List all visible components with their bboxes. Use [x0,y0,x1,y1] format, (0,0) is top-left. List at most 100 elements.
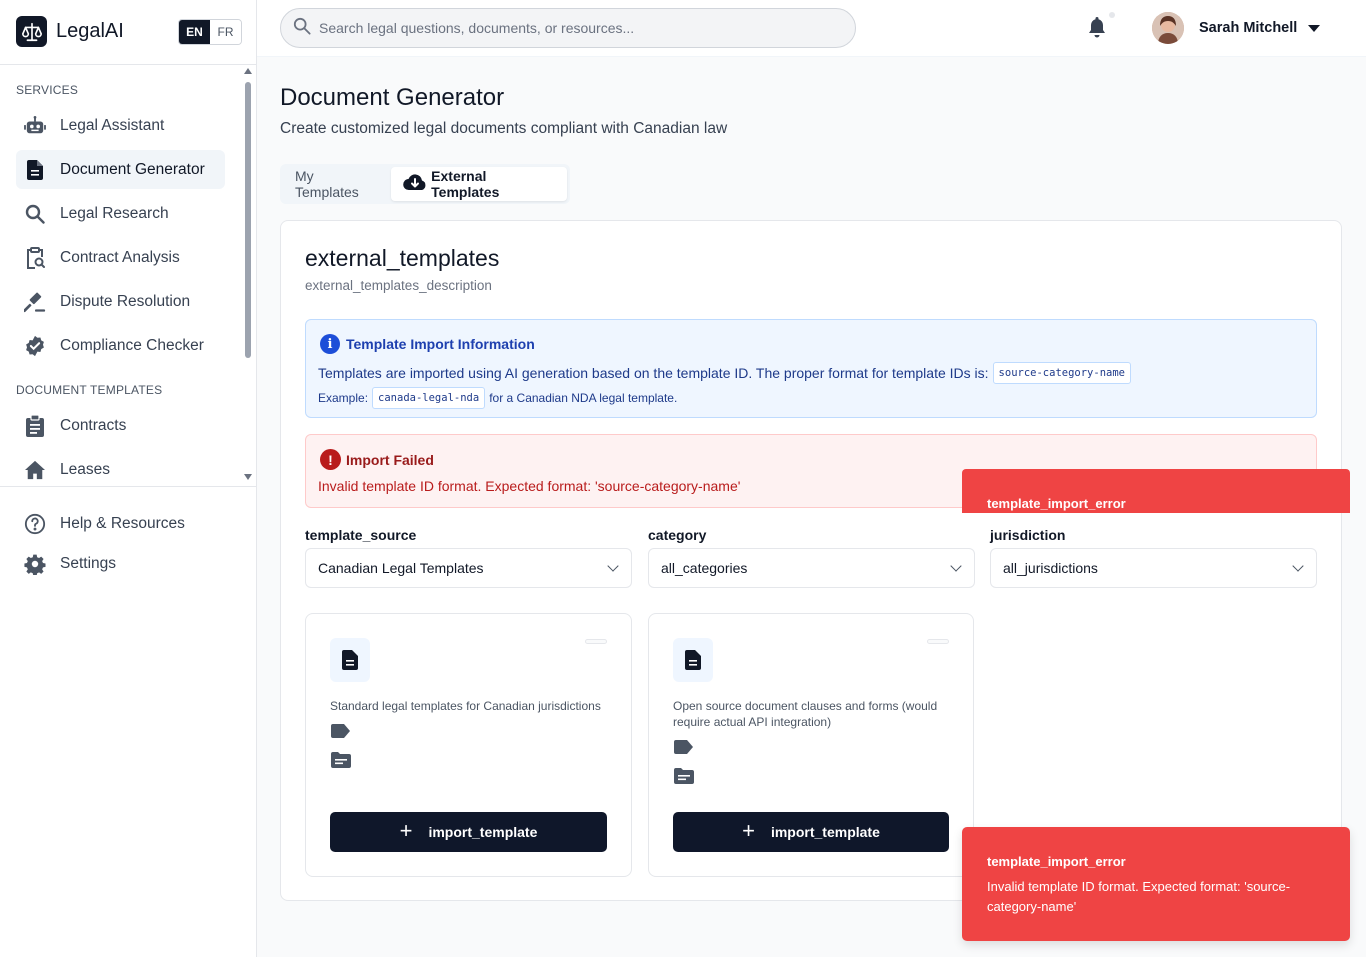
select-value: all_jurisdictions [1003,560,1098,576]
template-source-select[interactable]: Canadian Legal Templates [305,548,632,588]
scales-logo-icon [16,16,47,47]
import-info-alert: i Template Import Information Templates … [305,319,1317,418]
sidebar-item-settings[interactable]: Settings [16,544,225,583]
sidebar-item-dispute-resolution[interactable]: Dispute Resolution [16,282,225,321]
document-icon [330,638,370,682]
document-icon [24,159,46,181]
sidebar-item-contract-analysis[interactable]: Contract Analysis [16,238,225,277]
sidebar-item-label: Dispute Resolution [60,292,191,310]
status-pill [585,639,607,644]
template-description: Open source document clauses and forms (… [673,699,938,729]
chevron-down-icon [607,560,619,572]
divider [0,64,256,65]
toast-title: template_import_error [987,854,1126,869]
error-title: Import Failed [346,452,434,468]
sidebar-item-help[interactable]: Help & Resources [16,504,225,543]
jurisdiction-select[interactable]: all_jurisdictions [990,548,1317,588]
scroll-up-arrow-icon[interactable] [244,68,252,74]
sidebar-item-label: Compliance Checker [60,336,204,354]
example-code: canada-legal-nda [372,387,486,409]
section-description: external_templates_description [305,278,492,293]
document-icon [673,638,713,682]
sidebar-item-label: Contracts [60,416,127,434]
sidebar: LegalAI EN FR SERVICES Legal Assistant D… [0,0,257,957]
help-circle-icon [24,513,46,535]
tag-icon [674,740,694,759]
template-card: Standard legal templates for Canadian ju… [305,613,632,877]
tab-external-templates[interactable]: External Templates [391,167,567,201]
sidebar-item-document-generator[interactable]: Document Generator [16,150,225,189]
notification-bell-icon[interactable] [1087,16,1107,43]
templates-section-label: DOCUMENT TEMPLATES [16,383,163,397]
tab-label: My Templates [295,168,359,200]
sidebar-item-label: Contract Analysis [60,248,180,266]
home-icon [24,459,46,481]
cloud-download-icon [403,174,427,194]
import-template-button[interactable]: + import_template [330,812,607,852]
category-select[interactable]: all_categories [648,548,975,588]
sidebar-item-compliance-checker[interactable]: Compliance Checker [16,326,225,365]
tag-icon [331,724,351,743]
button-label: import_template [770,824,880,840]
sidebar-item-contracts[interactable]: Contracts [16,406,225,445]
status-pill [927,639,949,644]
folder-icon [674,768,694,789]
user-avatar[interactable] [1152,12,1184,44]
brand[interactable]: LegalAI [16,16,124,47]
brand-name: LegalAI [56,20,124,42]
error-toast[interactable]: template_import_error Invalid template I… [962,827,1350,941]
info-title: Template Import Information [346,336,535,352]
search-input[interactable] [319,20,819,36]
sidebar-scrollbar[interactable] [243,66,253,484]
tab-my-templates[interactable]: My Templates [283,167,391,201]
tab-label: External Templates [431,168,500,200]
example-suffix: for a Canadian NDA legal template. [489,391,678,405]
error-toast[interactable]: template_import_error [962,469,1350,513]
template-card: Open source document clauses and forms (… [648,613,974,877]
template-description: Standard legal templates for Canadian ju… [330,699,601,713]
gear-icon [24,553,46,575]
template-tabs: My Templates External Templates [280,164,570,204]
example-prefix: Example: [318,391,369,405]
search-icon [293,17,311,40]
import-template-button[interactable]: + import_template [673,812,949,852]
clipboard-search-icon [24,246,46,269]
sidebar-item-label: Settings [60,554,117,572]
category-label: category [648,527,707,543]
lang-fr-button[interactable]: FR [210,20,241,44]
sidebar-item-label: Help & Resources [60,514,185,532]
plus-icon: + [742,818,755,843]
chevron-down-icon[interactable] [1308,25,1320,32]
top-header: Sarah Mitchell [257,0,1366,57]
jurisdiction-label: jurisdiction [990,527,1066,543]
page-title: Document Generator [280,84,505,111]
plus-icon: + [399,818,413,843]
alert-circle-icon: ! [320,449,341,470]
clipboard-list-icon [24,414,46,437]
sidebar-item-legal-research[interactable]: Legal Research [16,194,225,233]
button-label: import_template [428,824,538,840]
scroll-down-arrow-icon[interactable] [244,474,252,480]
language-switcher[interactable]: EN FR [178,19,242,45]
toast-title: template_import_error [987,496,1126,511]
select-value: Canadian Legal Templates [318,560,484,576]
select-value: all_categories [661,560,748,576]
sidebar-item-leases[interactable]: Leases [16,450,225,489]
search-bar[interactable] [280,8,856,48]
toast-message: Invalid template ID format. Expected for… [987,879,1291,914]
gavel-icon [24,291,46,313]
sidebar-item-label: Legal Assistant [60,116,165,134]
user-name[interactable]: Sarah Mitchell [1199,20,1297,36]
lang-en-button[interactable]: EN [179,20,210,44]
folder-icon [331,752,351,773]
scroll-thumb[interactable] [245,82,251,358]
sidebar-item-legal-assistant[interactable]: Legal Assistant [16,106,225,145]
error-message: Invalid template ID format. Expected for… [318,478,741,494]
external-templates-card: external_templates external_templates_de… [280,220,1342,901]
chevron-down-icon [1292,560,1304,572]
services-section-label: SERVICES [16,83,79,97]
format-code: source-category-name [992,362,1131,384]
info-text: Templates are imported using AI generati… [318,365,989,381]
section-title: external_templates [305,245,500,271]
info-icon: i [320,334,340,354]
